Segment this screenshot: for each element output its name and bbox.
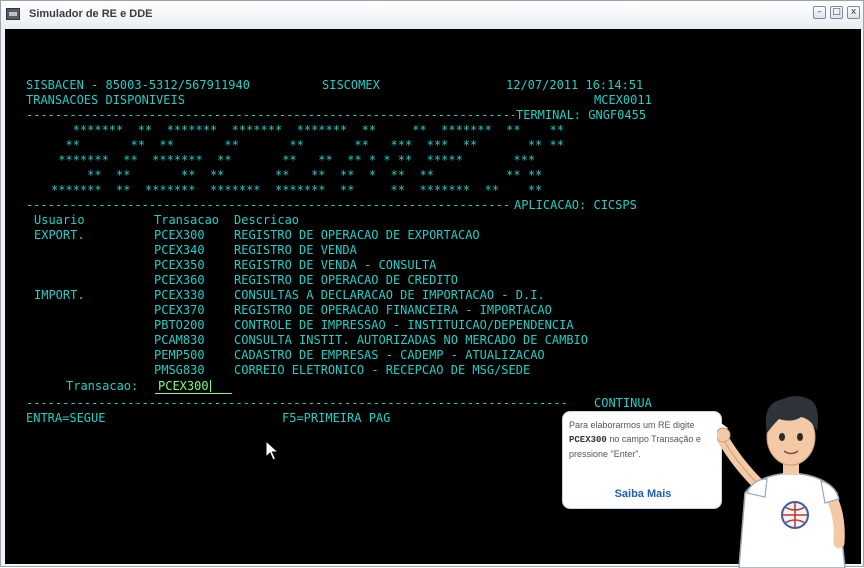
row-code[interactable]: PMSG830 [154, 363, 205, 377]
banner-line: ******* ** ******* ** ** ** ** * * ** **… [51, 153, 536, 167]
app-window: Simulador de RE e DDE – □ x SISBACEN - 8… [0, 0, 864, 568]
close-button[interactable]: x [847, 6, 860, 19]
row-usuario: IMPORT. [34, 288, 85, 302]
row-code[interactable]: PCEX340 [154, 243, 205, 257]
header-datetime: 12/07/2011 16:14:51 [506, 78, 644, 92]
row-description: REGISTRO DE OPERACAO FINANCEIRA - IMPORT… [234, 303, 552, 317]
row-code[interactable]: PCAM830 [154, 333, 205, 347]
screen-code: MCEX0011 [594, 93, 652, 107]
row-code[interactable]: PBTO200 [154, 318, 205, 332]
banner-line: ** ** ** ** ** ** ** * ** ** ** ** [51, 168, 543, 182]
column-descricao: Descricao [234, 213, 300, 227]
column-transacao: Transacao [154, 213, 220, 227]
row-description: CONSULTA INSTIT. AUTORIZADAS NO MERCADO … [234, 333, 589, 347]
minimize-button[interactable]: – [813, 6, 826, 19]
row-code[interactable]: PCEX300 [154, 228, 205, 242]
row-description: REGISTRO DE VENDA - CONSULTA [234, 258, 437, 272]
row-code[interactable]: PCEX350 [154, 258, 205, 272]
transacao-input[interactable]: PCEX300 [155, 379, 232, 394]
row-description: REGISTRO DE VENDA [234, 243, 357, 257]
mouse-pointer-icon [265, 440, 279, 461]
title-bar: Simulador de RE e DDE – □ x [1, 1, 863, 29]
column-usuario: Usuario [34, 213, 85, 227]
transacao-input-value: PCEX300 [158, 379, 209, 393]
banner-line: ******* ** ******* ******* ******* ** **… [51, 183, 543, 197]
application-id: APLICACAO: CICSPS [510, 198, 637, 212]
row-description: CADASTRO DE EMPRESAS - CADEMP - ATUALIZA… [234, 348, 545, 362]
divider-line: ----------------------------------------… [26, 198, 568, 212]
terminal-id: TERMINAL: GNGF0455 [514, 108, 647, 122]
divider-line: ----------------------------------------… [26, 396, 568, 410]
header-system: SISBACEN - 85003-5312/567911940 [26, 78, 250, 92]
divider-line: ----------------------------------------… [26, 108, 568, 122]
help-tooltip: Para elaborarmos um RE digite PCEX300 no… [562, 411, 722, 509]
screen-subtitle: TRANSACOES DISPONIVEIS [26, 93, 185, 107]
row-code[interactable]: PCEX330 [154, 288, 205, 302]
tooltip-code: PCEX300 [569, 435, 607, 445]
text-caret [209, 380, 211, 392]
row-description: CONTROLE DE IMPRESSAO - INSTITUICAO/DEPE… [234, 318, 574, 332]
row-code[interactable]: PCEX360 [154, 273, 205, 287]
footer-enter-key: ENTRA=SEGUE [26, 411, 106, 425]
row-description: CORREIO ELETRONICO - RECEPCAO DE MSG/SED… [234, 363, 531, 377]
maximize-button[interactable]: □ [830, 6, 843, 19]
row-usuario: EXPORT. [34, 228, 85, 242]
tooltip-text: Para elaborarmos um RE digite PCEX300 no… [569, 420, 701, 459]
transacao-label: Transacao: [66, 379, 139, 393]
header-app: SISCOMEX [322, 78, 380, 92]
saiba-mais-link[interactable]: Saiba Mais [563, 488, 723, 500]
terminal-window-icon [6, 8, 20, 20]
assistant-character-icon [717, 396, 846, 568]
row-code[interactable]: PEMP500 [154, 348, 205, 362]
continua-indicator: CONTINUA [590, 396, 652, 410]
banner-line: ******* ** ******* ******* ******* ** **… [51, 123, 564, 137]
window-title: Simulador de RE e DDE [29, 8, 153, 20]
banner-line: ** ** ** ** ** ** *** *** ** ** ** [51, 138, 564, 152]
row-description: REGISTRO DE OPERACAO DE CREDITO [234, 273, 458, 287]
row-description: CONSULTAS A DECLARACAO DE IMPORTACAO - D… [234, 288, 545, 302]
row-description: REGISTRO DE OPERACAO DE EXPORTACAO [234, 228, 480, 242]
footer-f5-key: F5=PRIMEIRA PAG [282, 411, 391, 425]
row-code[interactable]: PCEX370 [154, 303, 205, 317]
